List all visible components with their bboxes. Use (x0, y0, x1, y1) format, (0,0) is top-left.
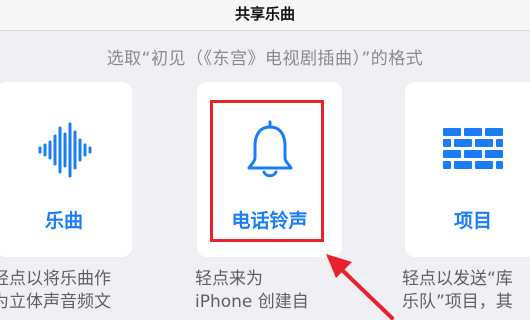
annotation-arrow-icon (326, 254, 394, 320)
